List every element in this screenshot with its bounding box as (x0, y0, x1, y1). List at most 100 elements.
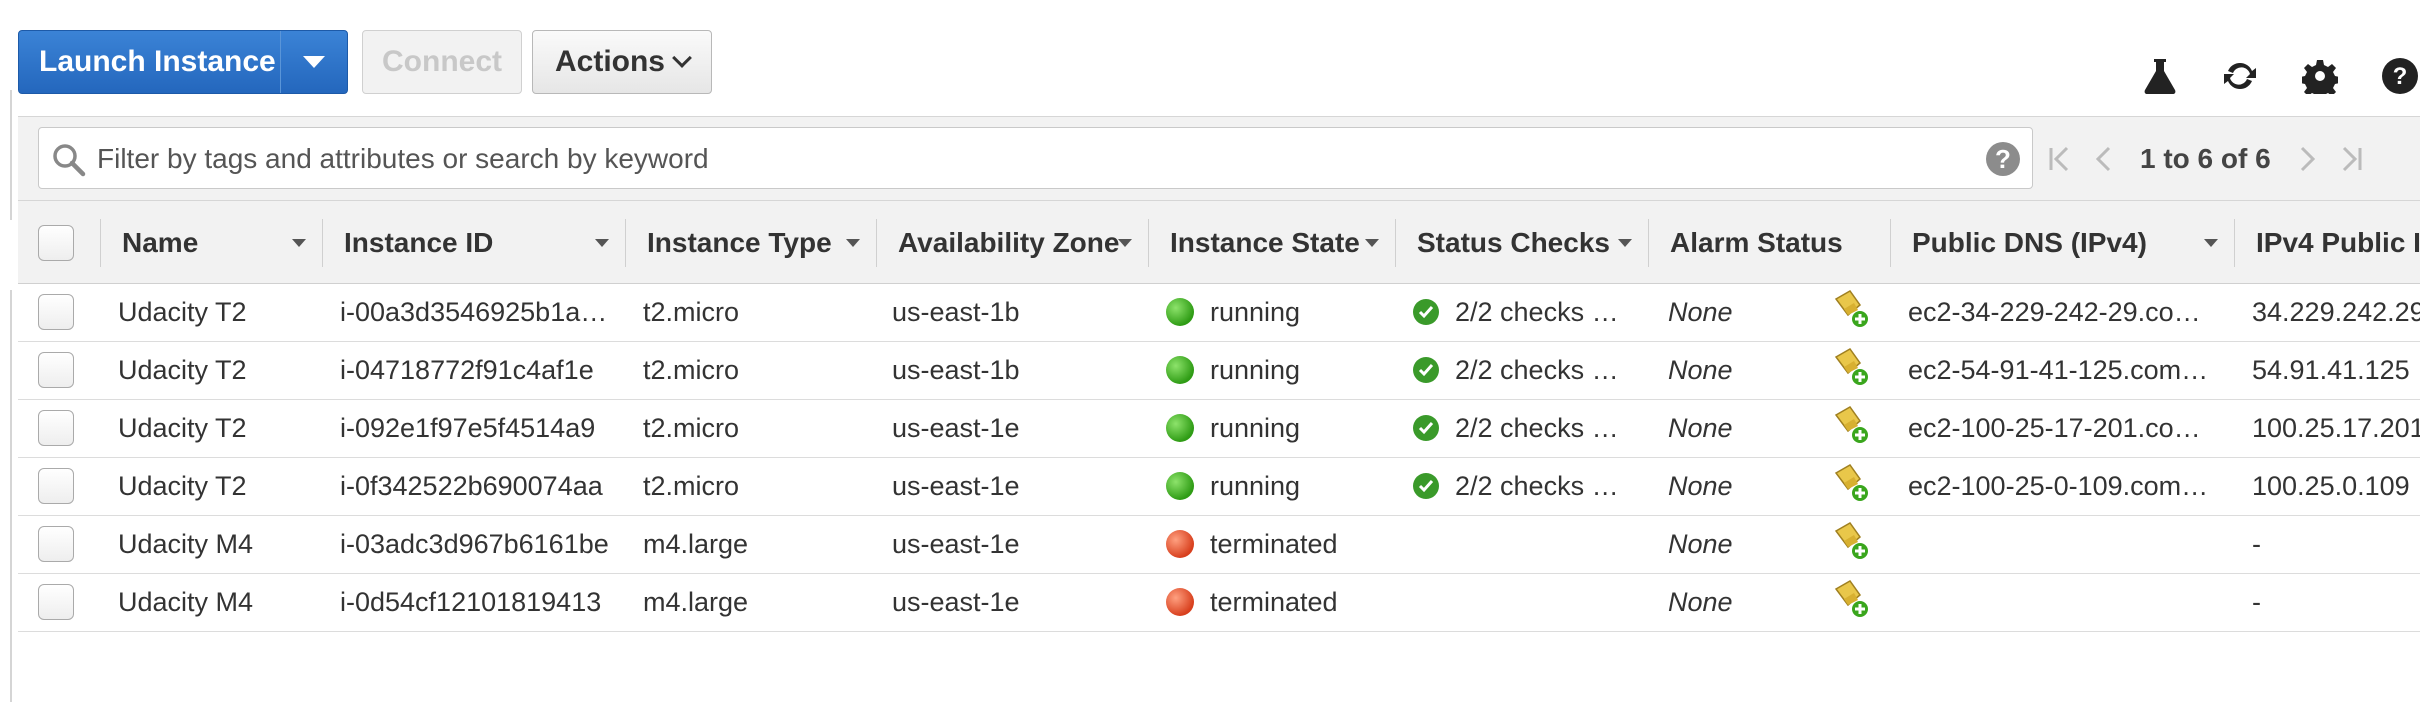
instance-name[interactable]: Udacity T2 (118, 458, 318, 514)
next-page-icon[interactable] (2285, 137, 2329, 181)
instance-type: m4.large (643, 586, 749, 617)
instance-name[interactable]: Udacity M4 (118, 516, 318, 572)
flask-icon[interactable] (2140, 56, 2180, 96)
row-checkbox[interactable] (38, 352, 74, 388)
status-checks[interactable]: 2/2 checks … (1455, 297, 1619, 328)
public-dns[interactable]: ec2-54-91-41-125.com… (1908, 342, 2223, 398)
sort-caret-icon[interactable] (595, 239, 609, 247)
table-row[interactable]: Udacity M4 i-0d54cf12101819413 m4.large … (18, 574, 2420, 632)
column-header-label: Name (122, 227, 199, 258)
status-checks[interactable]: 2/2 checks … (1455, 471, 1619, 502)
ipv4-public-ip[interactable]: 34.229.242.29 (2252, 284, 2420, 340)
first-page-icon[interactable] (2038, 137, 2082, 181)
create-alarm-icon[interactable] (1830, 521, 1870, 568)
create-alarm-icon[interactable] (1830, 579, 1870, 626)
instance-name[interactable]: Udacity T2 (118, 400, 318, 456)
search-input[interactable] (95, 128, 1959, 190)
instance-type: t2.micro (643, 354, 740, 385)
instance-id[interactable]: i-092e1f97e5f4514a9 (340, 400, 620, 456)
alarm-status: None (1668, 586, 1733, 617)
column-header-ipv4-public-ip[interactable]: IPv4 Public IP (2234, 201, 2420, 285)
refresh-icon[interactable] (2220, 56, 2260, 96)
public-dns[interactable]: ec2-100-25-17-201.co… (1908, 400, 2223, 456)
ipv4-public-ip[interactable]: 100.25.17.201 (2252, 400, 2420, 456)
column-header-alarm-status[interactable]: Alarm Status (1648, 201, 1890, 285)
instance-id[interactable]: i-0d54cf12101819413 (340, 574, 620, 630)
column-header-status-checks[interactable]: Status Checks (1395, 201, 1648, 285)
last-page-icon[interactable] (2329, 137, 2373, 181)
instance-id[interactable]: i-04718772f91c4af1e (340, 342, 620, 398)
table-row[interactable]: Udacity T2 i-04718772f91c4af1e t2.micro … (18, 342, 2420, 400)
row-checkbox[interactable] (38, 294, 74, 330)
table-row[interactable]: Udacity T2 i-00a3d3546925b1a… t2.micro u… (18, 284, 2420, 342)
instance-state-cell: running (1166, 458, 1391, 514)
svg-text:?: ? (2393, 63, 2408, 90)
column-header-instance-id[interactable]: Instance ID (322, 201, 625, 285)
column-header-instance-type[interactable]: Instance Type (625, 201, 876, 285)
column-header-public-dns[interactable]: Public DNS (IPv4) (1890, 201, 2234, 285)
table-row[interactable]: Udacity M4 i-03adc3d967b6161be m4.large … (18, 516, 2420, 574)
instance-state: running (1210, 354, 1301, 385)
check-passed-icon (1413, 415, 1439, 441)
status-checks-cell (1413, 516, 1645, 572)
instance-name[interactable]: Udacity T2 (118, 342, 318, 398)
create-alarm-icon[interactable] (1830, 405, 1870, 452)
select-all-checkbox[interactable] (38, 225, 74, 261)
filter-bar: ? 1 to 6 of 6 (18, 116, 2420, 201)
public-dns[interactable] (1908, 574, 2223, 630)
search-icon (51, 142, 87, 183)
row-checkbox[interactable] (38, 468, 74, 504)
instance-id[interactable]: i-00a3d3546925b1a… (340, 284, 620, 340)
sort-caret-icon[interactable] (1365, 239, 1379, 247)
status-checks-cell: 2/2 checks … (1413, 284, 1645, 340)
row-checkbox-cell (38, 458, 88, 514)
previous-page-icon[interactable] (2082, 137, 2126, 181)
row-checkbox[interactable] (38, 410, 74, 446)
instance-name[interactable]: Udacity M4 (118, 574, 318, 630)
sort-caret-icon[interactable] (846, 239, 860, 247)
public-dns[interactable] (1908, 516, 2223, 572)
status-checks[interactable]: 2/2 checks … (1455, 355, 1619, 386)
column-header-name[interactable]: Name (100, 201, 322, 285)
alarm-status: None (1668, 470, 1733, 501)
instance-id[interactable]: i-0f342522b690074aa (340, 458, 620, 514)
table-row[interactable]: Udacity T2 i-0f342522b690074aa t2.micro … (18, 458, 2420, 516)
check-passed-icon (1413, 357, 1439, 383)
actions-button[interactable]: Actions (532, 30, 712, 94)
ipv4-public-ip[interactable]: - (2252, 516, 2420, 572)
create-alarm-icon[interactable] (1830, 289, 1870, 336)
gear-icon[interactable] (2300, 56, 2340, 96)
search-help-icon[interactable]: ? (1986, 142, 2020, 176)
status-checks[interactable]: 2/2 checks … (1455, 413, 1619, 444)
row-checkbox[interactable] (38, 526, 74, 562)
column-header-instance-state[interactable]: Instance State (1148, 201, 1395, 285)
sort-caret-icon[interactable] (1118, 239, 1132, 247)
help-icon[interactable]: ? (2380, 56, 2420, 96)
ipv4-public-ip[interactable]: 100.25.0.109 (2252, 458, 2420, 514)
public-dns[interactable]: ec2-100-25-0-109.com… (1908, 458, 2223, 514)
connect-button[interactable]: Connect (362, 30, 522, 94)
launch-instance-button[interactable]: Launch Instance (18, 30, 348, 94)
running-status-icon (1166, 356, 1194, 384)
launch-dropdown-toggle[interactable] (280, 31, 347, 93)
create-alarm-icon[interactable] (1830, 463, 1870, 510)
launch-instance-label[interactable]: Launch Instance (19, 45, 280, 79)
instance-type: t2.micro (643, 470, 740, 501)
instance-name[interactable]: Udacity T2 (118, 284, 318, 340)
table-row[interactable]: Udacity T2 i-092e1f97e5f4514a9 t2.micro … (18, 400, 2420, 458)
ipv4-public-ip[interactable]: - (2252, 574, 2420, 630)
ipv4-public-ip[interactable]: 54.91.41.125 (2252, 342, 2420, 398)
instance-id[interactable]: i-03adc3d967b6161be (340, 516, 620, 572)
actions-label[interactable]: Actions (555, 45, 665, 79)
create-alarm-icon[interactable] (1830, 347, 1870, 394)
row-checkbox[interactable] (38, 584, 74, 620)
alarm-status: None (1668, 528, 1733, 559)
sort-caret-icon[interactable] (1618, 239, 1632, 247)
column-header-availability-zone[interactable]: Availability Zone (876, 201, 1148, 285)
sort-caret-icon[interactable] (292, 239, 306, 247)
row-checkbox-cell (38, 284, 88, 340)
sort-caret-icon[interactable] (2204, 239, 2218, 247)
table-header: Name Instance ID Instance Type Availabil… (18, 200, 2420, 284)
search-box[interactable]: ? (38, 127, 2033, 190)
public-dns[interactable]: ec2-34-229-242-29.co… (1908, 284, 2223, 340)
